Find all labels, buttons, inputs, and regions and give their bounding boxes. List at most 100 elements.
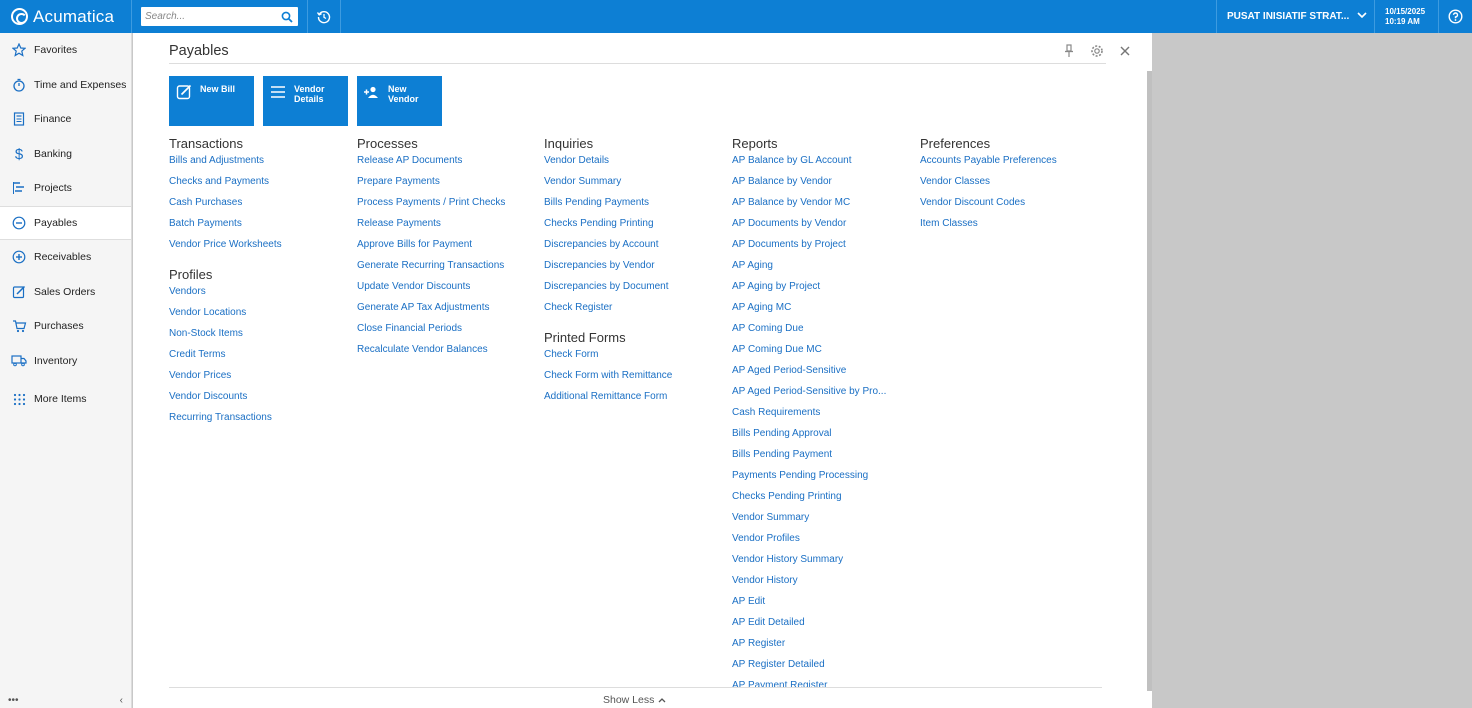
- link-checks-pending-printing[interactable]: Checks Pending Printing: [732, 491, 886, 512]
- link-bills-pending-payments[interactable]: Bills Pending Payments: [544, 197, 672, 218]
- link-vendor-summary[interactable]: Vendor Summary: [544, 176, 672, 197]
- app-logo[interactable]: Acumatica: [0, 0, 132, 33]
- link-vendor-details[interactable]: Vendor Details: [544, 155, 672, 176]
- sidebar-item-banking[interactable]: $ Banking: [0, 137, 131, 172]
- sidebar-item-projects[interactable]: Projects: [0, 171, 131, 206]
- sidebar: Favorites Time and Expenses Finance $ Bankin…: [0, 33, 132, 708]
- sidebar-item-favorites[interactable]: Favorites: [0, 33, 131, 68]
- sidebar-item-purchases[interactable]: Purchases: [0, 309, 131, 344]
- link-ap-balance-by-vendor-mc[interactable]: AP Balance by Vendor MC: [732, 197, 886, 218]
- show-less-button[interactable]: Show Less: [603, 694, 666, 706]
- workspace-panel: Payables New Bill Vendor Details New Vendo…: [133, 33, 1152, 708]
- link-item-classes[interactable]: Item Classes: [920, 218, 1057, 239]
- more-options-icon[interactable]: •••: [8, 695, 19, 706]
- link-recurring-transactions[interactable]: Recurring Transactions: [169, 412, 282, 433]
- link-checks-and-payments[interactable]: Checks and Payments: [169, 176, 282, 197]
- pin-icon[interactable]: [1062, 44, 1076, 58]
- link-check-register[interactable]: Check Register: [544, 302, 672, 323]
- link-discrepancies-by-document[interactable]: Discrepancies by Document: [544, 281, 672, 302]
- help-icon[interactable]: [1438, 0, 1472, 33]
- link-update-vendor-discounts[interactable]: Update Vendor Discounts: [357, 281, 505, 302]
- gear-icon[interactable]: [1090, 44, 1104, 58]
- link-process-payments-print-checks[interactable]: Process Payments / Print Checks: [357, 197, 505, 218]
- link-ap-aged-period-sensitive-by-pro[interactable]: AP Aged Period-Sensitive by Pro...: [732, 386, 886, 407]
- link-ap-aging[interactable]: AP Aging: [732, 260, 886, 281]
- link-generate-recurring-transactions[interactable]: Generate Recurring Transactions: [357, 260, 505, 281]
- link-check-form-with-remittance[interactable]: Check Form with Remittance: [544, 370, 672, 391]
- link-ap-coming-due-mc[interactable]: AP Coming Due MC: [732, 344, 886, 365]
- collapse-sidebar-icon[interactable]: ‹: [120, 695, 123, 706]
- link-ap-balance-by-vendor[interactable]: AP Balance by Vendor: [732, 176, 886, 197]
- time-text: 10:19 AM: [1385, 16, 1420, 26]
- link-ap-balance-by-gl-account[interactable]: AP Balance by GL Account: [732, 155, 886, 176]
- link-vendor-discount-codes[interactable]: Vendor Discount Codes: [920, 197, 1057, 218]
- link-approve-bills-for-payment[interactable]: Approve Bills for Payment: [357, 239, 505, 260]
- link-check-form[interactable]: Check Form: [544, 349, 672, 370]
- link-close-financial-periods[interactable]: Close Financial Periods: [357, 323, 505, 344]
- link-ap-edit[interactable]: AP Edit: [732, 596, 886, 617]
- link-ap-aging-mc[interactable]: AP Aging MC: [732, 302, 886, 323]
- link-discrepancies-by-vendor[interactable]: Discrepancies by Vendor: [544, 260, 672, 281]
- link-ap-coming-due[interactable]: AP Coming Due: [732, 323, 886, 344]
- link-cash-requirements[interactable]: Cash Requirements: [732, 407, 886, 428]
- link-ap-payment-register[interactable]: AP Payment Register: [732, 680, 886, 687]
- link-payments-pending-processing[interactable]: Payments Pending Processing: [732, 470, 886, 491]
- tile-new-bill[interactable]: New Bill: [169, 76, 254, 126]
- link-vendor-classes[interactable]: Vendor Classes: [920, 176, 1057, 197]
- top-bar: Acumatica PUSAT INISIATIF STRAT... 10/15…: [0, 0, 1472, 33]
- link-ap-aging-by-project[interactable]: AP Aging by Project: [732, 281, 886, 302]
- panel-scrollbar[interactable]: [1147, 71, 1152, 691]
- link-vendor-history[interactable]: Vendor History: [732, 575, 886, 596]
- link-checks-pending-printing[interactable]: Checks Pending Printing: [544, 218, 672, 239]
- link-vendor-locations[interactable]: Vendor Locations: [169, 307, 282, 328]
- history-icon[interactable]: [308, 0, 341, 33]
- link-bills-pending-payment[interactable]: Bills Pending Payment: [732, 449, 886, 470]
- link-discrepancies-by-account[interactable]: Discrepancies by Account: [544, 239, 672, 260]
- link-bills-pending-approval[interactable]: Bills Pending Approval: [732, 428, 886, 449]
- link-vendor-price-worksheets[interactable]: Vendor Price Worksheets: [169, 239, 282, 260]
- link-vendor-discounts[interactable]: Vendor Discounts: [169, 391, 282, 412]
- minus-circle-icon: [11, 215, 27, 231]
- branch-selector[interactable]: PUSAT INISIATIF STRAT...: [1216, 0, 1374, 33]
- link-ap-edit-detailed[interactable]: AP Edit Detailed: [732, 617, 886, 638]
- sidebar-item-inventory[interactable]: Inventory: [0, 344, 131, 379]
- link-release-payments[interactable]: Release Payments: [357, 218, 505, 239]
- link-recalculate-vendor-balances[interactable]: Recalculate Vendor Balances: [357, 344, 505, 365]
- sidebar-item-more-items[interactable]: More Items: [0, 382, 131, 417]
- link-vendor-summary[interactable]: Vendor Summary: [732, 512, 886, 533]
- sidebar-item-time-and-expenses[interactable]: Time and Expenses: [0, 68, 131, 103]
- search-icon[interactable]: [280, 10, 294, 24]
- chevron-up-icon: [658, 694, 666, 706]
- branch-name: PUSAT INISIATIF STRAT...: [1227, 11, 1350, 22]
- link-prepare-payments[interactable]: Prepare Payments: [357, 176, 505, 197]
- link-bills-and-adjustments[interactable]: Bills and Adjustments: [169, 155, 282, 176]
- sidebar-item-finance[interactable]: Finance: [0, 102, 131, 137]
- link-ap-aged-period-sensitive[interactable]: AP Aged Period-Sensitive: [732, 365, 886, 386]
- sidebar-item-receivables[interactable]: Receivables: [0, 240, 131, 275]
- tile-vendor-details[interactable]: Vendor Details: [263, 76, 348, 126]
- star-icon: [11, 42, 27, 58]
- grid-icon: [11, 391, 27, 407]
- link-credit-terms[interactable]: Credit Terms: [169, 349, 282, 370]
- business-date[interactable]: 10/15/2025 10:19 AM: [1374, 0, 1438, 33]
- sidebar-item-payables[interactable]: Payables: [0, 205, 131, 240]
- sidebar-item-sales-orders[interactable]: Sales Orders: [0, 275, 131, 310]
- link-additional-remittance-form[interactable]: Additional Remittance Form: [544, 391, 672, 412]
- link-ap-documents-by-vendor[interactable]: AP Documents by Vendor: [732, 218, 886, 239]
- link-accounts-payable-preferences[interactable]: Accounts Payable Preferences: [920, 155, 1057, 176]
- tile-new-vendor[interactable]: New Vendor: [357, 76, 442, 126]
- link-vendor-prices[interactable]: Vendor Prices: [169, 370, 282, 391]
- search-input[interactable]: [145, 11, 280, 22]
- link-ap-register-detailed[interactable]: AP Register Detailed: [732, 659, 886, 680]
- link-vendor-profiles[interactable]: Vendor Profiles: [732, 533, 886, 554]
- link-cash-purchases[interactable]: Cash Purchases: [169, 197, 282, 218]
- link-non-stock-items[interactable]: Non-Stock Items: [169, 328, 282, 349]
- link-vendor-history-summary[interactable]: Vendor History Summary: [732, 554, 886, 575]
- link-ap-documents-by-project[interactable]: AP Documents by Project: [732, 239, 886, 260]
- link-ap-register[interactable]: AP Register: [732, 638, 886, 659]
- close-icon[interactable]: [1118, 44, 1132, 58]
- link-release-ap-documents[interactable]: Release AP Documents: [357, 155, 505, 176]
- link-generate-ap-tax-adjustments[interactable]: Generate AP Tax Adjustments: [357, 302, 505, 323]
- link-batch-payments[interactable]: Batch Payments: [169, 218, 282, 239]
- link-vendors[interactable]: Vendors: [169, 286, 282, 307]
